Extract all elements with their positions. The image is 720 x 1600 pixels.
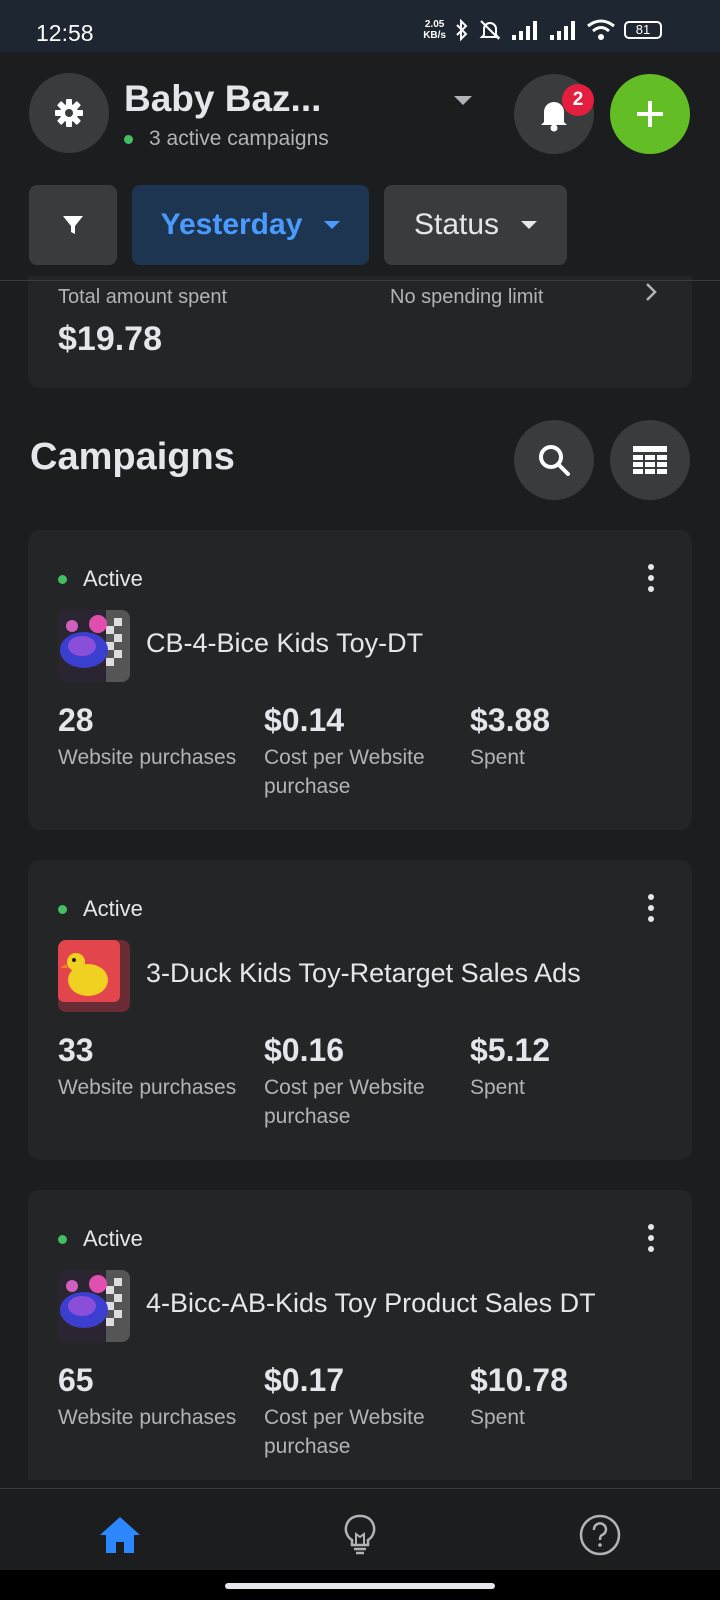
active-status-dot xyxy=(58,574,67,584)
website-purchases-metric: 33 Website purchases xyxy=(58,1032,258,1102)
filter-button[interactable] xyxy=(29,185,117,265)
home-indicator[interactable] xyxy=(225,1583,495,1589)
website-purchases-metric: 65 Website purchases xyxy=(58,1362,258,1432)
campaign-name[interactable]: CB-4-Bice Kids Toy-DT xyxy=(146,628,423,659)
cost-per-purchase-metric: $0.14 Cost per Website purchase xyxy=(264,702,464,801)
spent-label: Spent xyxy=(470,1406,525,1429)
campaign-status-label: Active xyxy=(83,1226,143,1251)
active-campaigns-label: 3 active campaigns xyxy=(149,127,329,150)
active-status-dot xyxy=(124,134,133,144)
signal-icon-2 xyxy=(550,21,575,40)
campaign-card[interactable]: Active 3-Duck Kids Toy-Retarget Sales Ad… xyxy=(28,860,692,1160)
campaign-status-label: Active xyxy=(83,896,143,921)
status-filter-label: Status xyxy=(413,208,500,241)
bell-muted-icon xyxy=(479,20,501,40)
nav-tips[interactable] xyxy=(330,1505,390,1565)
columns-button[interactable] xyxy=(610,420,690,500)
spent-label: Spent xyxy=(470,1076,525,1099)
active-status-dot xyxy=(58,1234,67,1244)
battery-icon: 81 xyxy=(624,21,662,39)
purchases-label: Website purchases xyxy=(58,1076,237,1099)
campaign-name[interactable]: 3-Duck Kids Toy-Retarget Sales Ads xyxy=(146,958,581,989)
spending-summary-card[interactable]: Total amount spent $19.78 No spending li… xyxy=(28,276,692,388)
campaign-status: Active xyxy=(58,896,143,922)
spent-metric: $3.88 Spent xyxy=(470,702,670,772)
notification-badge: 2 xyxy=(562,84,594,116)
spent-metric: $5.12 Spent xyxy=(470,1032,670,1102)
chevron-right-icon xyxy=(646,283,657,301)
gear-icon xyxy=(55,99,83,127)
table-icon xyxy=(633,446,667,474)
active-status-dot xyxy=(58,904,67,914)
status-icons: 2.05 KB/s 81 xyxy=(423,18,662,42)
purchases-value: 65 xyxy=(58,1362,94,1398)
bluetooth-icon xyxy=(456,18,468,42)
campaign-thumbnail xyxy=(58,1270,130,1342)
campaign-status-label: Active xyxy=(83,566,143,591)
campaign-thumbnail xyxy=(58,940,130,1012)
website-purchases-metric: 28 Website purchases xyxy=(58,702,258,772)
spent-value: $10.78 xyxy=(470,1362,568,1398)
nav-help[interactable] xyxy=(570,1505,630,1565)
spent-metric: $10.78 Spent xyxy=(470,1362,670,1432)
spent-value: $5.12 xyxy=(470,1032,551,1068)
campaign-status: Active xyxy=(58,566,143,592)
more-options-icon[interactable] xyxy=(648,894,654,922)
plus-icon xyxy=(637,101,663,127)
more-options-icon[interactable] xyxy=(648,1224,654,1252)
campaign-card[interactable]: Active CB-4-Bice Kids Toy-DT 28 Website … xyxy=(28,530,692,830)
signal-icon xyxy=(512,21,537,40)
cost-per-purchase-metric: $0.17 Cost per Website purchase xyxy=(264,1362,464,1461)
status-time: 12:58 xyxy=(36,20,94,46)
campaign-status: Active xyxy=(58,1226,143,1252)
cost-per-purchase-metric: $0.16 Cost per Website purchase xyxy=(264,1032,464,1131)
cost-label: Cost per Website purchase xyxy=(264,1076,425,1128)
wifi-icon xyxy=(587,19,615,40)
date-range-label: Yesterday xyxy=(160,208,303,241)
home-icon xyxy=(100,1517,140,1553)
search-button[interactable] xyxy=(514,420,594,500)
cost-value: $0.14 xyxy=(264,702,345,738)
help-icon xyxy=(579,1514,621,1556)
status-dropdown[interactable]: Status xyxy=(384,185,567,265)
account-name[interactable]: Baby Baz... xyxy=(124,78,321,120)
total-spent-label: Total amount spent xyxy=(58,286,227,308)
account-switcher-chevron-icon[interactable] xyxy=(454,96,472,105)
bottom-navigation xyxy=(0,1488,720,1571)
more-options-icon[interactable] xyxy=(648,564,654,592)
campaigns-title: Campaigns xyxy=(30,436,235,478)
spent-value: $3.88 xyxy=(470,702,551,738)
purchases-label: Website purchases xyxy=(58,1406,237,1429)
network-speed-value: 2.05 xyxy=(424,19,445,30)
spent-label: Spent xyxy=(470,746,525,769)
nav-home[interactable] xyxy=(90,1505,150,1565)
purchases-label: Website purchases xyxy=(58,746,237,769)
cost-value: $0.17 xyxy=(264,1362,345,1398)
spending-limit-label: No spending limit xyxy=(390,286,544,308)
status-bar: 12:58 2.05 KB/s 81 xyxy=(0,0,720,52)
filter-icon xyxy=(63,216,83,234)
network-speed: 2.05 KB/s xyxy=(423,19,446,41)
campaign-thumbnail xyxy=(58,610,130,682)
total-spent-value: $19.78 xyxy=(58,320,162,358)
cost-label: Cost per Website purchase xyxy=(264,1406,425,1458)
date-range-caret-icon xyxy=(324,221,341,229)
cost-label: Cost per Website purchase xyxy=(264,746,425,798)
active-campaigns-count: 3 active campaigns xyxy=(124,127,329,151)
header-divider xyxy=(0,280,720,281)
add-button[interactable] xyxy=(610,74,690,154)
purchases-value: 28 xyxy=(58,702,94,738)
cost-value: $0.16 xyxy=(264,1032,345,1068)
campaign-name[interactable]: 4-Bicc-AB-Kids Toy Product Sales DT xyxy=(146,1288,596,1319)
settings-button[interactable] xyxy=(29,73,109,153)
lightbulb-icon xyxy=(344,1514,376,1555)
purchases-value: 33 xyxy=(58,1032,94,1068)
date-range-dropdown[interactable]: Yesterday xyxy=(132,185,369,265)
campaign-card[interactable]: Active 4-Bicc-AB-Kids Toy Product Sales … xyxy=(28,1190,692,1480)
network-speed-unit: KB/s xyxy=(423,30,446,41)
status-caret-icon xyxy=(521,221,538,229)
search-icon xyxy=(539,445,570,476)
